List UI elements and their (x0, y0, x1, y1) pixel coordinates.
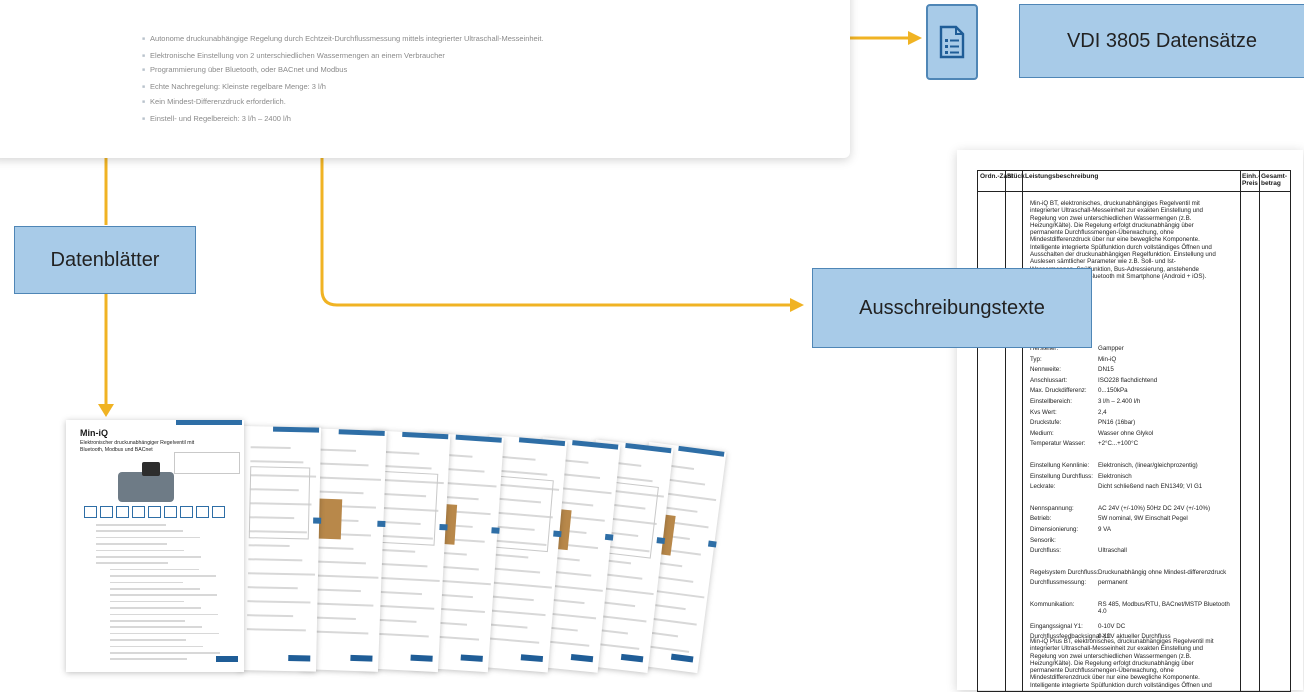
arrowhead-pages (98, 404, 114, 417)
spec-key: Eingangssignal Y1: (1030, 622, 1083, 630)
header-cell: Einh.-Preis (1242, 173, 1261, 187)
feature-bullet: Einstell- und Regelbereich: 3 l/h – 2400… (142, 112, 544, 127)
spec-key: Nennweite: (1030, 366, 1061, 374)
spec-value: Dicht schließend nach EN1349; VI G1 (1098, 483, 1203, 491)
gampper-logo (570, 654, 594, 663)
spec-value: Elektronisch (1098, 472, 1132, 480)
spec-value: Druckunabhängig ohne Mindest-differenzdr… (1098, 568, 1227, 576)
gampper-logo (460, 654, 483, 662)
spec-value: 9 VA (1098, 526, 1111, 533)
feature-bullet-list: Autonome druckunabhängige Regelung durch… (142, 32, 544, 126)
header-cell: Stück (1007, 173, 1025, 180)
spec-value: 0-10V DC (1098, 622, 1126, 630)
spec-value: Ultraschall (1098, 547, 1127, 555)
spec-row: Temperatur Wasser: +2°C...+100°C (1030, 440, 1230, 447)
spec-row: Kommunikation: RS 485, Modbus/RTU, BACnet… (1030, 601, 1230, 615)
spec-value: DN15 (1098, 366, 1114, 374)
spec-key: Max. Druckdifferenz: (1030, 387, 1087, 395)
spec-row: Regelsystem Durchfluss: Druckunabhängig o… (1030, 569, 1230, 576)
spec-key: Medium: (1030, 429, 1054, 437)
table-header: Ordn.-Zahl Stück Leistungsbeschreibung E… (978, 171, 1290, 192)
spec-key: Typ: (1030, 355, 1042, 363)
gampper-logo (288, 655, 311, 662)
spec-row: Max. Druckdifferenz: 0...150kPa (1030, 387, 1230, 394)
spec-value: 5W nominal, 9W Einschalt Pegel (1098, 515, 1188, 523)
arrowhead-ausschreibung (790, 298, 804, 312)
spec-row: Kvs Wert: 2,4 (1030, 409, 1230, 416)
spec-row: Einstellung Kennlinie: Elektronisch, (lin… (1030, 462, 1230, 469)
spec-row: Eingangssignal Y1: 0-10V DC (1030, 623, 1230, 630)
spec-key: Temperatur Wasser: (1030, 440, 1086, 448)
tender-text-document: Ordn.-Zahl Stück Leistungsbeschreibung E… (957, 150, 1303, 692)
spec-key: Dimensionierung: (1030, 526, 1079, 533)
spec-key: Betrieb: (1030, 515, 1052, 523)
spec-value: Elektronisch, (linear/gleichprozentig) (1098, 462, 1198, 469)
spec-key: Kommunikation: (1030, 601, 1075, 608)
spec-row: Einstellung Durchfluss: Elektronisch (1030, 473, 1230, 480)
spec-key: Durchflussmessung: (1030, 579, 1087, 587)
spec-key: Kvs Wert: (1030, 408, 1057, 416)
datasheet-front-page: Min-iQ Elektronischer druckunabhängiger … (66, 420, 244, 672)
arrowhead-vdi (908, 31, 922, 45)
product-overview-card: Autonome druckunabhängige Regelung durch… (0, 0, 850, 158)
spec-row: Durchfluss: Ultraschall (1030, 547, 1230, 554)
feature-bullet: Echte Nachregelung: Kleinste regelbare M… (142, 80, 544, 95)
spec-value: 3 l/h – 2.400 l/h (1098, 398, 1141, 405)
feature-bullet: Programmierung über Bluetooth, oder BACn… (142, 63, 544, 78)
label-datenblaetter: Datenblätter (14, 226, 196, 294)
spec-row: Nennweite: DN15 (1030, 366, 1230, 373)
gampper-logo (216, 656, 238, 662)
document-list-icon (926, 4, 978, 80)
tender-outro-text: Min-iQ Plus BT, elektronisches, druckuna… (1030, 638, 1214, 689)
spec-value: Wasser ohne Glykol (1098, 429, 1154, 437)
gampper-logo (410, 654, 433, 662)
spec-row: Sensorik: (1030, 537, 1230, 544)
spec-row: Nennspannung: AC 24V (+/-10%) 50Hz DC 24V… (1030, 505, 1230, 512)
spec-value: permanent (1098, 579, 1128, 587)
spec-key: Einstellbereich: (1030, 398, 1072, 405)
spec-row: Druckstufe: PN16 (16bar) (1030, 419, 1230, 426)
gampper-logo (350, 654, 373, 662)
spec-key: Durchfluss: (1030, 547, 1061, 555)
spec-key: Regelsystem Durchfluss: (1030, 568, 1099, 576)
spec-key: Anschlussart: (1030, 376, 1068, 384)
gampper-logo (670, 653, 694, 663)
spec-row: Einstellbereich: 3 l/h – 2.400 l/h (1030, 398, 1230, 405)
spec-key: Nennspannung: (1030, 504, 1074, 512)
spec-row: Anschlussart: ISO228 flachdichtend (1030, 377, 1230, 384)
spec-row: Typ: Min-iQ (1030, 356, 1230, 363)
spec-value: AC 24V (+/-10%) 50Hz DC 24V (+/-10%) (1098, 504, 1211, 512)
spec-key: Einstellung Kennlinie: (1030, 462, 1090, 469)
spec-value: RS 485, Modbus/RTU, BACnet/MSTP Bluetoot… (1098, 601, 1230, 615)
spec-row: Medium: Wasser ohne Glykol (1030, 430, 1230, 437)
spec-value: Gampper (1098, 345, 1124, 352)
feature-bullet: Autonome druckunabhängige Regelung durch… (142, 32, 544, 47)
spec-row: Dimensionierung: 9 VA (1030, 526, 1230, 533)
spec-key: Einstellung Durchfluss: (1030, 472, 1093, 480)
spec-value: ISO228 flachdichtend (1098, 376, 1158, 384)
label-vdi-datensaetze: VDI 3805 Datensätze (1019, 4, 1304, 78)
label-ausschreibungstexte: Ausschreibungstexte (812, 268, 1092, 348)
header-cell: Leistungsbeschreibung (1025, 173, 1099, 180)
datasheet-page (238, 426, 322, 672)
gampper-logo (520, 654, 544, 663)
spec-value: +2°C...+100°C (1098, 440, 1139, 448)
spec-row: Betrieb: 5W nominal, 9W Einschalt Pegel (1030, 515, 1230, 522)
feature-bullet: Elektronische Einstellung von 2 untersch… (142, 49, 544, 64)
gampper-logo (620, 653, 644, 663)
spec-row: Durchflussmessung: permanent (1030, 579, 1230, 586)
datasheet-title: Min-iQ (80, 428, 108, 438)
spec-value: PN16 (16bar) (1098, 419, 1136, 427)
spec-key: Sensorik: (1030, 536, 1056, 544)
spec-value: Min-iQ (1098, 355, 1117, 363)
feature-bullet: Kein Mindest-Differenzdruck erforderlich… (142, 95, 544, 110)
spec-row: Leckrate: Dicht schließend nach EN1349; V… (1030, 483, 1230, 490)
spec-key: Druckstufe: (1030, 419, 1062, 427)
spec-value: 0...150kPa (1098, 387, 1128, 395)
spec-key: Leckrate: (1030, 483, 1056, 491)
header-cell: Gesamt-betrag (1261, 173, 1288, 187)
spec-value: 2,4 (1098, 408, 1107, 416)
